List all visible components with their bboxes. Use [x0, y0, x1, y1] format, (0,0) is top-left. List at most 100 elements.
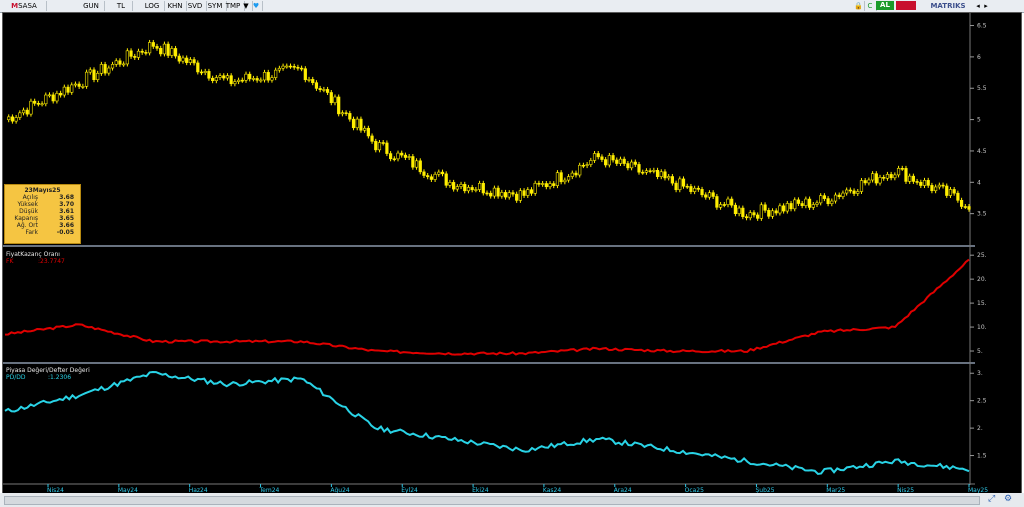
zoom-reset-icon[interactable]: ⤢ [988, 494, 995, 504]
candle-body [904, 168, 908, 182]
candle-body [29, 100, 33, 115]
candle-body [203, 71, 207, 73]
scroll-right-icon[interactable]: ▸ [980, 1, 992, 11]
candle-body [400, 152, 404, 156]
candle-body [14, 117, 18, 122]
candle-body [262, 72, 267, 81]
candle-body [248, 73, 252, 80]
pddd-series-label: PD/DD [6, 374, 26, 381]
candle-body [92, 69, 96, 80]
fk-series-label: FK [6, 258, 14, 265]
candle-body [407, 156, 411, 158]
candle-body [122, 63, 126, 66]
candle-body [426, 175, 430, 178]
candle-body [804, 198, 808, 206]
info-row-open: Açılış 3.68 [22, 194, 74, 201]
candle-body [292, 66, 296, 68]
candle-body [833, 194, 838, 202]
candle-body [148, 42, 152, 54]
candle-body [952, 189, 956, 194]
candle-body [863, 180, 867, 184]
candle-body [77, 83, 81, 87]
candle-body [329, 92, 333, 104]
chart-canvas[interactable]: 3.5 4 4.5 5 5.5 6 6.5 5. 10. 15. 20. 25. 1.5 2. 2.5 3. N… [2, 12, 1022, 494]
period-button[interactable]: GUN [78, 1, 105, 11]
candle-body [351, 118, 356, 129]
candle-body [44, 94, 48, 105]
candle-body [103, 64, 107, 74]
candle-body [908, 175, 912, 182]
y-tick-label: 2. [977, 425, 983, 432]
candle-body [945, 185, 949, 196]
candle-body [689, 186, 693, 192]
candle-body [581, 164, 585, 167]
candle-body [155, 46, 159, 49]
candle-body [811, 204, 815, 208]
candle-body [366, 127, 370, 137]
candle-body [518, 190, 522, 201]
candle-body [789, 203, 793, 210]
candle-body [641, 171, 645, 174]
candle-body [448, 182, 452, 186]
candle-body [385, 142, 389, 154]
candle-body [922, 180, 927, 186]
candle-body [337, 96, 341, 115]
candle-body [66, 86, 70, 93]
candle-body [826, 198, 830, 204]
candle-body [333, 96, 337, 104]
twitter-icon[interactable]: ♥ [250, 1, 263, 11]
info-date: 23Mayıs25 [24, 187, 61, 194]
candle-body [515, 193, 519, 201]
candle-body [236, 79, 241, 82]
info-row-low: Düşük 3.61 [19, 208, 74, 215]
candle-body [807, 198, 812, 208]
candle-body [396, 152, 400, 160]
ohlc-info-box: 23Mayıs25 Açılış 3.68 Yüksek 3.70 Düşük 3.6… [4, 184, 81, 244]
candle-body [170, 48, 174, 56]
candle-body [674, 182, 678, 191]
candle-body [882, 177, 886, 179]
symbol-selector[interactable]: MSASA [2, 1, 47, 11]
info-row-close: Kapanış 3.65 [14, 215, 74, 222]
candle-body [704, 194, 708, 198]
candle-body [756, 214, 760, 219]
candle-body [670, 176, 674, 184]
candle-body [626, 163, 630, 169]
candle-body [370, 135, 374, 142]
candle-body [852, 190, 856, 194]
candle-body [934, 186, 938, 192]
candle-body [359, 118, 363, 131]
sell-button[interactable] [896, 1, 916, 10]
candle-body [533, 182, 537, 194]
candle-body [837, 194, 841, 198]
candle-body [36, 103, 40, 105]
candle-body [715, 196, 719, 208]
buy-button[interactable]: AL [876, 1, 894, 10]
candle-body [859, 180, 864, 192]
fk-series-line [4, 258, 970, 356]
log-button[interactable]: LOG [140, 1, 165, 11]
currency-button[interactable]: TL [110, 1, 133, 11]
candle-body [437, 171, 441, 175]
candle-body [796, 199, 801, 204]
candle-body [322, 89, 326, 91]
candle-body [392, 158, 396, 161]
candle-body [151, 42, 155, 47]
y-tick-label: 25. [977, 252, 987, 259]
candle-body [785, 203, 789, 212]
candle-body [878, 177, 882, 184]
info-row-avg: Ağ. Ort 3.66 [16, 222, 74, 229]
candle-body [244, 73, 248, 81]
candle-body [911, 175, 915, 182]
candle-body [225, 75, 230, 79]
candle-body [188, 59, 192, 63]
candle-body [233, 81, 237, 85]
candle-body [18, 112, 22, 118]
settings-icon[interactable]: ⚙ [1004, 494, 1012, 504]
time-scrollbar[interactable] [4, 496, 980, 505]
candle-body [759, 204, 763, 219]
candle-body [162, 43, 167, 55]
candle-body [307, 79, 311, 81]
candle-body [55, 92, 59, 102]
candle-body [841, 192, 845, 198]
